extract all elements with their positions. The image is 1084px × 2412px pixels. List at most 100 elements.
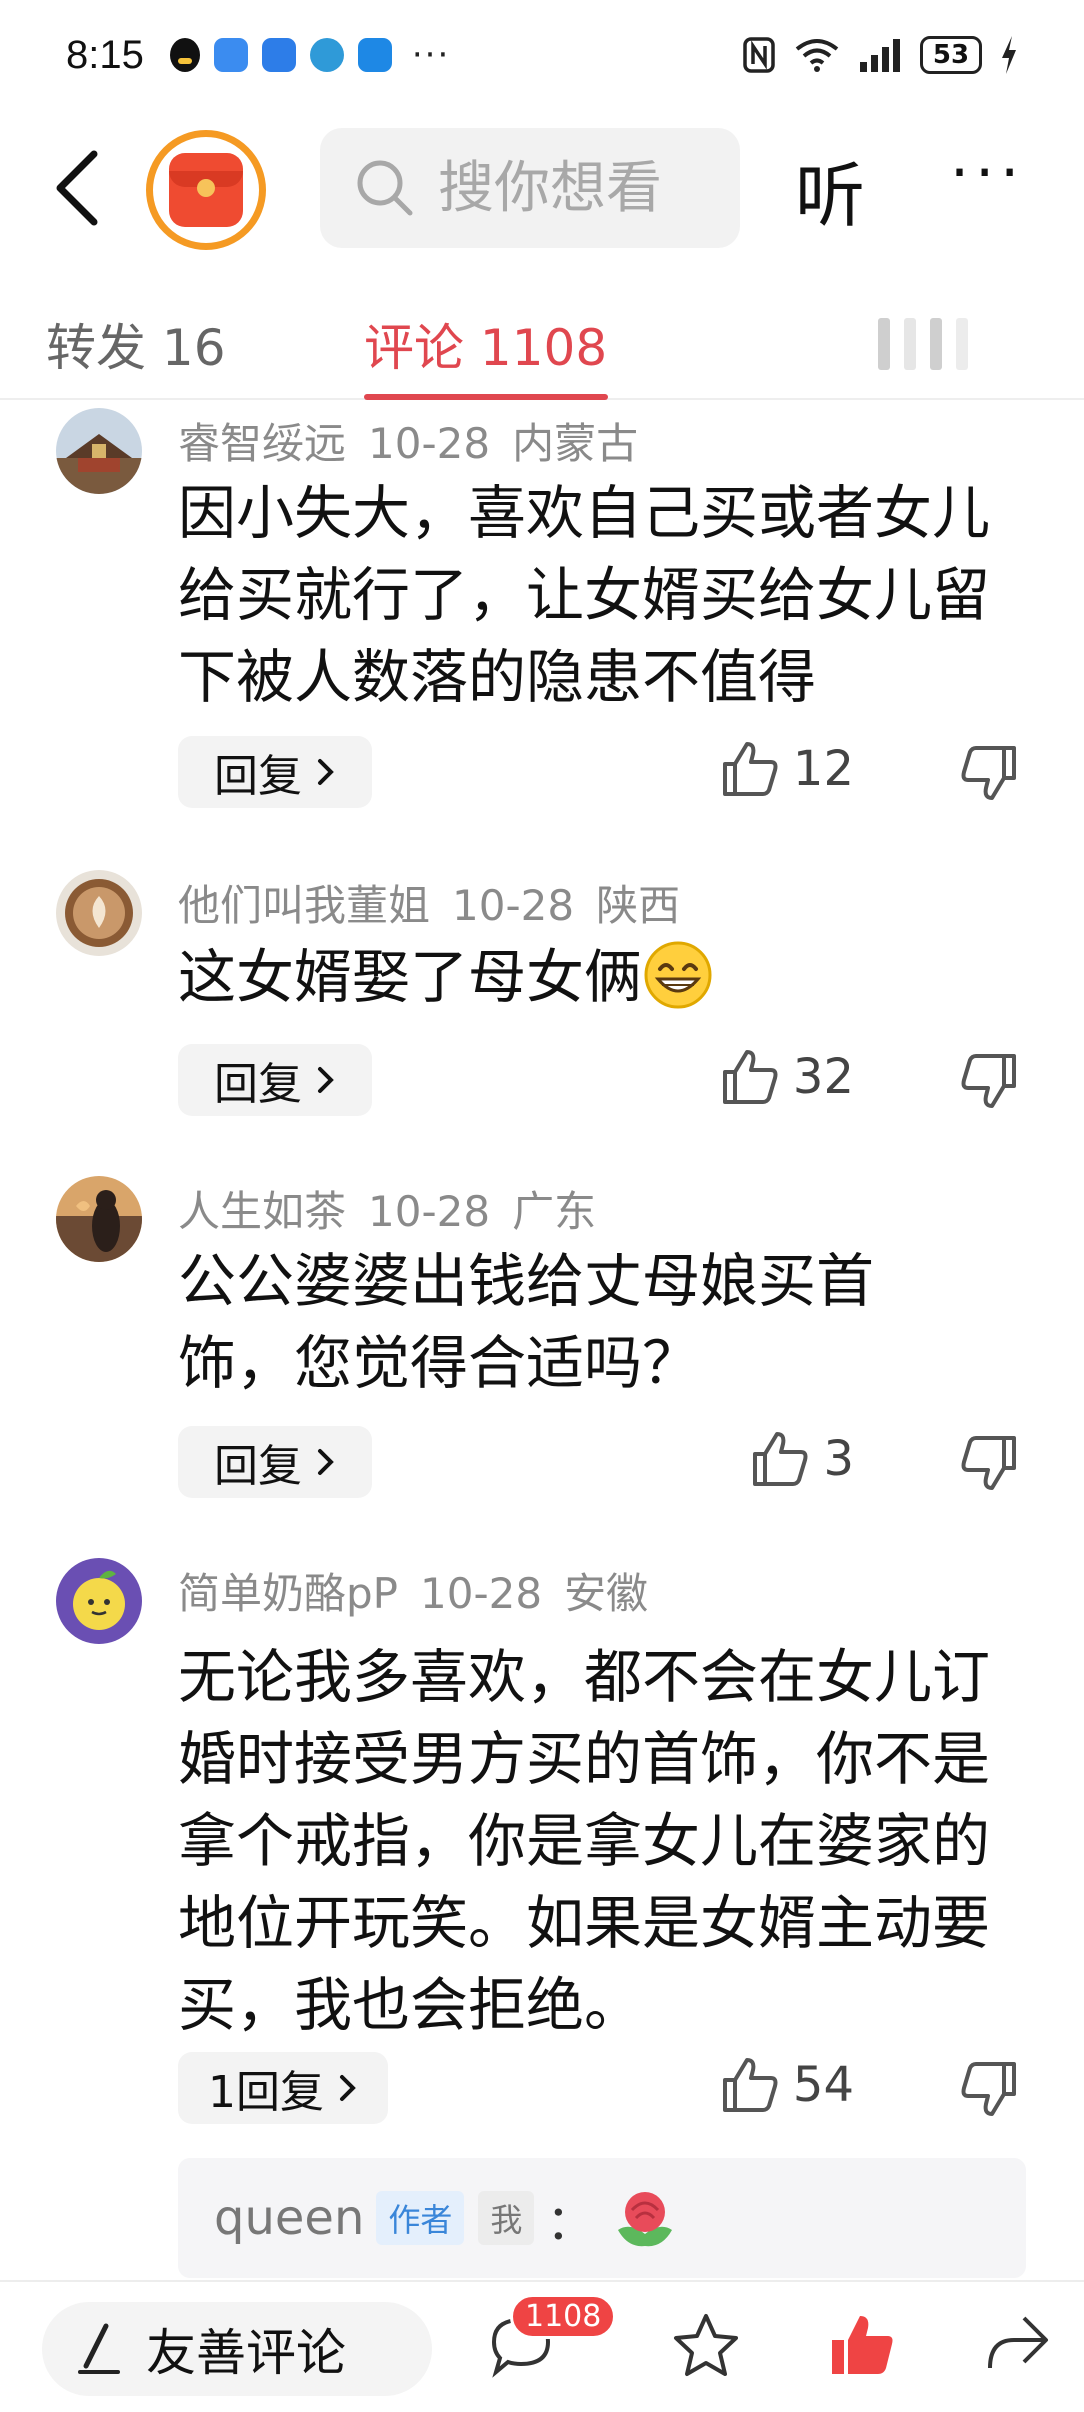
thumbs-down-icon xyxy=(961,2062,1016,2116)
more-notifications-icon: ··· xyxy=(411,35,451,75)
comment-region: 内蒙古 xyxy=(512,419,639,468)
like-count: 32 xyxy=(792,1049,854,1105)
top-navigation: 听 ··· xyxy=(0,118,1084,258)
comment-username[interactable]: 人生如茶 xyxy=(178,1187,346,1236)
author-reply-preview[interactable]: queen 作者 我 ： xyxy=(178,2158,1026,2278)
comment-count-badge: 1108 xyxy=(510,2294,617,2339)
content-tabs: 转发 16 评论 1108 xyxy=(0,290,1084,400)
signal-icon xyxy=(860,39,900,72)
comment-text: 公公婆婆出钱给丈母娘买首饰，您觉得合适吗？ xyxy=(178,1247,875,1397)
thumbs-up-icon xyxy=(722,742,778,796)
reply-label: 回复 xyxy=(214,751,302,802)
avatar[interactable] xyxy=(56,870,142,956)
red-packet-button[interactable] xyxy=(146,130,266,250)
thumbs-down-icon xyxy=(961,746,1016,800)
qq-icon xyxy=(169,38,200,72)
chevron-left-icon xyxy=(56,150,98,226)
comment-date: 10-28 xyxy=(368,1187,491,1236)
like-count: 3 xyxy=(823,1431,854,1487)
reply-button[interactable]: 回复 xyxy=(178,1044,372,1116)
share-button[interactable] xyxy=(984,2312,1050,2378)
notification-icons: ··· xyxy=(169,35,451,75)
system-status: 53 xyxy=(742,36,1018,74)
avatar[interactable] xyxy=(56,1176,142,1262)
search-icon xyxy=(357,160,413,216)
comment-meta: 睿智绥远 10-28 内蒙古 xyxy=(178,410,638,471)
like-button[interactable]: 54 xyxy=(721,2056,854,2114)
wifi-icon xyxy=(795,39,839,72)
avatar[interactable] xyxy=(56,1558,142,1644)
comment-date: 10-28 xyxy=(368,419,491,468)
comment-username[interactable]: 他们叫我董姐 xyxy=(178,881,430,930)
red-envelope-icon xyxy=(169,153,243,227)
listen-button[interactable]: 听 xyxy=(795,140,865,241)
weather-icon xyxy=(357,38,392,72)
dislike-button[interactable] xyxy=(960,744,1018,806)
dislike-button[interactable] xyxy=(960,1052,1018,1114)
thumbs-up-filled-icon xyxy=(832,2316,893,2374)
reply-button[interactable]: 回复 xyxy=(178,1426,372,1498)
search-bar[interactable] xyxy=(320,128,740,248)
chevron-right-icon xyxy=(318,1449,334,1475)
battery-indicator: 53 xyxy=(920,36,982,74)
nfc-icon xyxy=(743,37,775,73)
like-post-button[interactable] xyxy=(828,2312,896,2382)
thumbs-up-icon xyxy=(753,1432,808,1486)
dislike-button[interactable] xyxy=(960,1434,1018,1496)
thumbs-up-icon xyxy=(722,1050,778,1104)
comment-region: 广东 xyxy=(512,1187,597,1236)
pen-icon xyxy=(78,2323,120,2374)
like-button[interactable]: 3 xyxy=(751,1430,854,1488)
reply-button[interactable]: 1回复 xyxy=(178,2052,388,2124)
avatar[interactable] xyxy=(56,408,142,494)
reply-label: 1回复 xyxy=(208,2067,324,2118)
share-arrow-icon xyxy=(988,2316,1048,2369)
rose-emoji-icon xyxy=(618,2192,673,2247)
thumbs-down-icon xyxy=(961,1054,1016,1108)
reply-button[interactable]: 回复 xyxy=(178,736,372,808)
comment-region: 陕西 xyxy=(596,881,681,930)
active-tab-indicator xyxy=(364,394,608,400)
comment-text: 无论我多喜欢，都不会在女儿订婚时接受男方买的首饰，你不是拿个戒指，你是拿女儿在婆… xyxy=(178,1643,991,2039)
tab-comments[interactable]: 评论 1108 xyxy=(364,308,607,380)
chevron-right-icon xyxy=(318,759,334,785)
reply-colon: ： xyxy=(546,2195,595,2251)
bottom-action-bar: 友善评论 1108 xyxy=(0,2280,1084,2412)
like-count: 54 xyxy=(792,2057,854,2113)
grinning-emoji-icon xyxy=(644,941,712,1009)
reply-label: 回复 xyxy=(214,1059,302,1110)
status-bar: 8:15 ··· 53 xyxy=(0,0,1084,110)
reply-author-name[interactable]: queen xyxy=(214,2190,364,2246)
comment-date: 10-28 xyxy=(452,881,575,930)
comment-region: 安徽 xyxy=(564,1569,649,1618)
like-button[interactable]: 32 xyxy=(721,1048,854,1106)
comment-username[interactable]: 简单奶酪pP xyxy=(178,1569,398,1618)
author-badge: 作者 xyxy=(376,2191,465,2245)
more-options-button[interactable]: ··· xyxy=(950,138,1025,208)
charging-icon xyxy=(1002,36,1016,74)
like-count: 12 xyxy=(792,741,854,797)
status-time: 8:15 xyxy=(66,32,144,77)
app-notification-icon xyxy=(309,38,344,72)
write-comment-button[interactable]: 友善评论 xyxy=(42,2302,432,2396)
write-comment-label: 友善评论 xyxy=(146,2324,346,2382)
comment-meta: 他们叫我董姐 10-28 陕西 xyxy=(178,872,680,933)
reply-label: 回复 xyxy=(214,1441,302,1492)
like-button[interactable]: 12 xyxy=(721,740,854,798)
thumbs-down-icon xyxy=(961,1436,1016,1490)
tab-forward[interactable]: 转发 16 xyxy=(46,308,226,380)
chevron-right-icon xyxy=(340,2075,356,2101)
comment-date: 10-28 xyxy=(420,1569,543,1618)
me-badge: 我 xyxy=(478,2191,535,2245)
comment-text-body: 这女婿娶了母女俩 xyxy=(178,943,643,1011)
chevron-right-icon xyxy=(318,1067,334,1093)
dislike-button[interactable] xyxy=(960,2060,1018,2122)
comment-meta: 简单奶酪pP 10-28 安徽 xyxy=(178,1560,648,1621)
star-icon xyxy=(674,2314,738,2376)
search-input[interactable] xyxy=(438,155,738,221)
app-notification-icon xyxy=(213,38,248,72)
comment-username[interactable]: 睿智绥远 xyxy=(178,419,346,468)
back-button[interactable] xyxy=(48,148,118,228)
favorite-button[interactable] xyxy=(672,2312,740,2382)
tab-overflow-indicator xyxy=(878,318,968,370)
